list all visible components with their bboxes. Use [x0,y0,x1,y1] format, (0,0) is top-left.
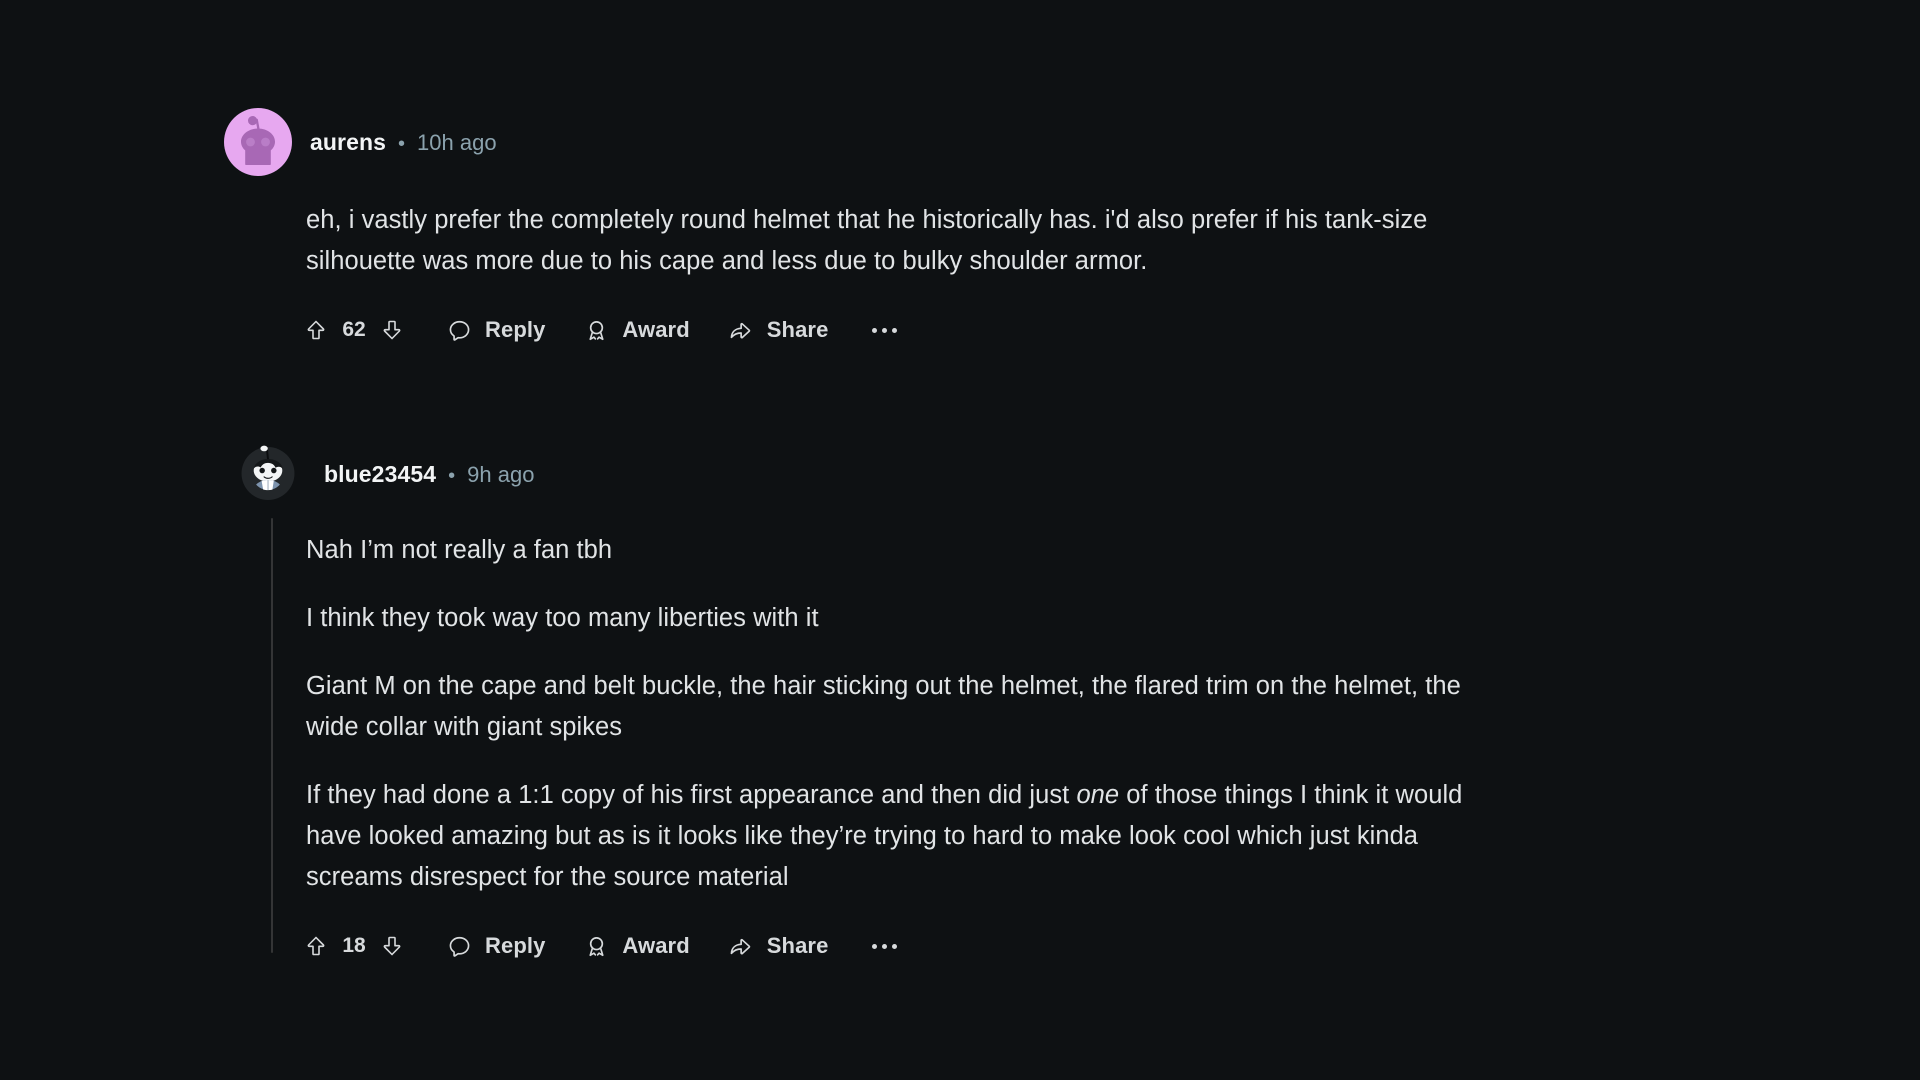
vote-count: 18 [342,934,366,957]
share-arrow-icon [726,931,756,961]
comment-paragraph: eh, i vastly prefer the completely round… [306,206,1428,275]
upvote-button[interactable] [300,930,332,962]
upvote-button[interactable] [300,314,332,346]
share-arrow-icon [726,315,756,345]
comment-meta: aurens • 10h ago [310,129,497,156]
award-label: Award [622,933,690,958]
share-label: Share [766,317,829,342]
award-medal-icon [581,315,611,345]
share-button[interactable]: Share [726,924,829,968]
comment-body: eh, i vastly prefer the completely round… [306,200,1486,282]
comment-header: blue23454 • 9h ago [238,440,1738,508]
snoo-avatar-icon [224,108,292,176]
award-label: Award [622,317,690,342]
downvote-arrow-icon [383,320,401,340]
comment-paragraph: I think they took way too many liberties… [306,604,819,632]
comment-bubble-icon [444,315,474,345]
vote-group: 18 [300,924,408,968]
comment-action-bar: 18 Reply Award Share [300,924,1738,968]
comment-meta: blue23454 • 9h ago [324,461,534,488]
comment-paragraph-emphasized: If they had done a 1:1 copy of his first… [306,775,1486,898]
downvote-button[interactable] [376,314,408,346]
upvote-arrow-icon [307,320,325,340]
comment-body: Nah I’m not really a fan tbh I think the… [306,530,1486,898]
comment-bubble-icon [444,931,474,961]
snoo-avatar-icon [241,445,295,500]
overflow-dots-icon [871,327,897,333]
award-medal-icon [581,931,611,961]
award-button[interactable]: Award [581,924,690,968]
reply-button[interactable]: Reply [444,924,545,968]
comment-aurens: aurens • 10h ago eh, i vastly prefer the… [224,108,1724,352]
avatar-blue23454[interactable] [238,440,306,508]
reply-label: Reply [485,933,546,958]
comment-action-bar: 62 Reply Award Share [300,308,1724,352]
paragraph-emphasis: one [1076,781,1120,809]
share-label: Share [766,933,829,958]
award-button[interactable]: Award [581,308,690,352]
comment-header: aurens • 10h ago [224,108,1724,176]
paragraph-text-before: If they had done a 1:1 copy of his first… [306,781,1077,809]
thread-collapse-line[interactable] [271,518,273,953]
comment-timestamp: 10h ago [417,129,497,155]
reply-label: Reply [485,317,546,342]
comment-author[interactable]: aurens [310,129,386,156]
upvote-arrow-icon [307,936,325,956]
overflow-menu-button[interactable] [864,308,904,352]
comment-timestamp: 9h ago [467,461,535,487]
comment-thread: aurens • 10h ago eh, i vastly prefer the… [0,0,1920,1080]
overflow-dots-icon [871,943,897,949]
meta-separator: • [398,132,406,155]
vote-count: 62 [342,318,366,341]
reply-button[interactable]: Reply [444,308,545,352]
comment-paragraph: Nah I’m not really a fan tbh [306,536,613,564]
share-button[interactable]: Share [726,308,829,352]
comment-author[interactable]: blue23454 [324,461,436,488]
comment-paragraph: Giant M on the cape and belt buckle, the… [306,672,1461,741]
downvote-button[interactable] [376,930,408,962]
vote-group: 62 [300,308,408,352]
avatar-aurens[interactable] [224,108,292,176]
comment-blue23454: blue23454 • 9h ago Nah I’m not really a … [238,440,1738,968]
overflow-menu-button[interactable] [864,924,904,968]
downvote-arrow-icon [383,936,401,956]
meta-separator: • [448,464,456,487]
